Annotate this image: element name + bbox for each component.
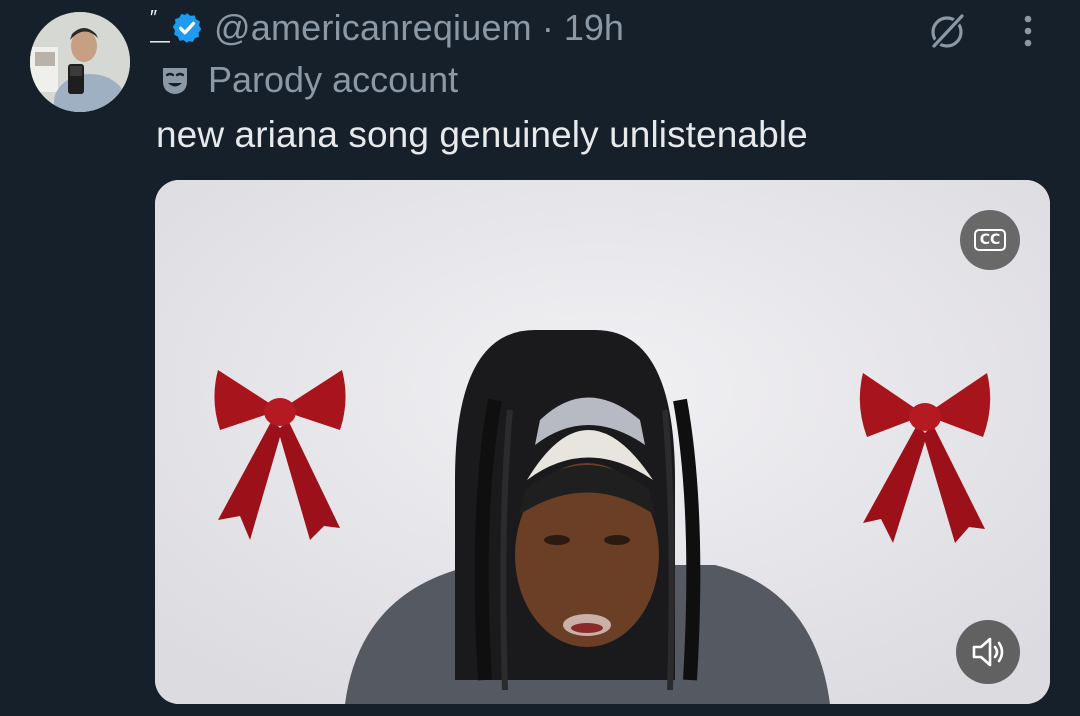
verified-badge-icon <box>172 13 202 43</box>
video-frame <box>155 180 1050 704</box>
display-name[interactable]: ″— <box>150 7 170 52</box>
tweet-video[interactable]: CC <box>155 180 1050 704</box>
closed-captions-button[interactable]: CC <box>960 210 1020 270</box>
tweet-timestamp[interactable]: 19h <box>564 7 624 49</box>
separator-dot: · <box>541 7 554 48</box>
parody-label-row: Parody account <box>158 58 458 102</box>
tweet-text: new ariana song genuinely unlistenable <box>156 114 808 155</box>
more-vertical-icon[interactable] <box>1018 12 1038 52</box>
grok-icon[interactable] <box>924 8 970 54</box>
author-avatar[interactable] <box>30 12 130 112</box>
parody-account-label: Parody account <box>208 59 459 100</box>
unmute-button[interactable] <box>956 620 1020 684</box>
theater-mask-icon <box>163 68 187 94</box>
author-handle[interactable]: @americanreqiuem <box>214 7 532 49</box>
tweet-header: ″— @americanreqiuem · 19h <box>150 4 624 52</box>
avatar-photo <box>30 12 130 112</box>
closed-captions-icon: CC <box>973 229 1007 251</box>
display-name-text[interactable]: ″— <box>150 7 170 53</box>
speaker-icon <box>972 637 1004 667</box>
